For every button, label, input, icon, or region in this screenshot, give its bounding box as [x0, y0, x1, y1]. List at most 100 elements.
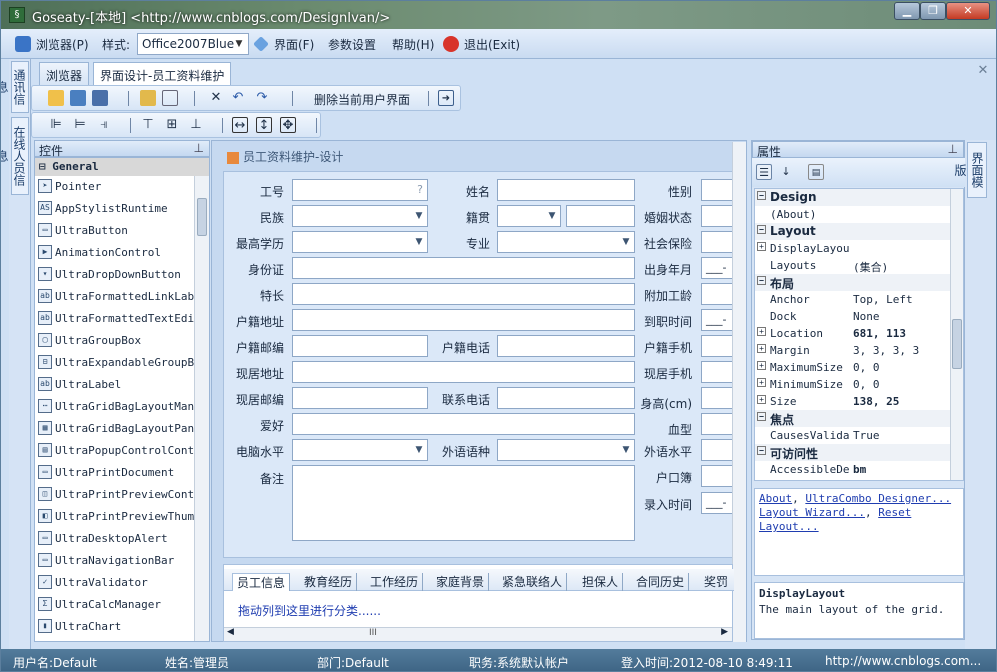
save-all-icon[interactable]	[92, 90, 108, 106]
open-icon[interactable]	[48, 90, 64, 106]
tab-browser[interactable]: 浏览器	[39, 62, 90, 85]
property-category[interactable]: − Layout	[755, 223, 963, 240]
grid-tab-education[interactable]: 教育经历	[300, 573, 358, 591]
toolbox-category[interactable]: ⊟ General	[35, 158, 209, 176]
input-birth[interactable]: ___-	[701, 257, 732, 279]
align-top-icon[interactable]: ⊤	[140, 117, 156, 133]
sort-az-icon[interactable]: ↓	[778, 164, 794, 180]
property-value[interactable]: 0, 0	[853, 378, 880, 391]
tab-ui-templates[interactable]: 界面模版	[953, 142, 987, 198]
property-row[interactable]: (About)	[755, 206, 963, 223]
input-live-zip[interactable]	[292, 387, 428, 409]
input-height[interactable]	[701, 387, 732, 409]
collapse-icon[interactable]: −	[757, 191, 766, 200]
pin-icon[interactable]: ⊥	[948, 142, 958, 156]
input-lang-level[interactable]	[701, 439, 732, 461]
close-doc-icon[interactable]: ✕	[975, 63, 991, 78]
save-icon[interactable]	[70, 90, 86, 106]
align-middle-icon[interactable]: ⊞	[164, 117, 180, 133]
redo-icon[interactable]: ↷	[254, 90, 270, 106]
close-button[interactable]: ✕	[946, 2, 990, 20]
grid-tab-guarantor[interactable]: 担保人	[578, 573, 624, 591]
toolbox-item[interactable]: ab UltraLabel	[35, 374, 209, 396]
property-scrollbar[interactable]	[950, 189, 963, 480]
scroll-right-icon[interactable]: ▶	[721, 627, 728, 637]
menu-params[interactable]: 参数设置	[328, 36, 376, 53]
input-native-detail[interactable]	[566, 205, 635, 227]
toolbox-item[interactable]: Σ UltraCalcManager	[35, 594, 209, 616]
align-bottom-icon[interactable]: ⊥	[188, 117, 204, 133]
scroll-thumb[interactable]	[952, 319, 962, 369]
select-pc-level[interactable]: ▼	[292, 439, 428, 461]
toolbox-item[interactable]: ▤UltraPopupControlContainer	[35, 440, 209, 462]
paste-icon[interactable]	[140, 90, 156, 106]
property-row[interactable]: + MaximumSize 0, 0	[755, 359, 963, 376]
expand-icon[interactable]: +	[757, 327, 766, 336]
toolbox-item[interactable]: ➤ Pointer	[35, 176, 209, 198]
property-value[interactable]: (集合)	[853, 259, 888, 275]
input-hukou-book[interactable]	[701, 465, 732, 487]
combo-designer-link[interactable]: UltraCombo Designer...	[805, 492, 951, 505]
align-left-icon[interactable]: ⊫	[48, 117, 64, 133]
toolbox-item[interactable]: ▭ UltraDesktopAlert	[35, 528, 209, 550]
menu-browser[interactable]: 浏览器(P)	[36, 36, 89, 53]
property-category[interactable]: − 布局	[755, 274, 963, 291]
status-url[interactable]: http://www.cnblogs.com...	[825, 654, 981, 668]
property-value[interactable]: bm	[853, 463, 866, 476]
minimize-button[interactable]: ▁	[894, 2, 920, 20]
toolbox-item[interactable]: ab UltraFormattedLinkLabel	[35, 286, 209, 308]
expand-icon[interactable]: +	[757, 344, 766, 353]
toolbox-item[interactable]: AS AppStylistRuntime	[35, 198, 209, 220]
select-ethnic[interactable]: ▼	[292, 205, 428, 227]
scroll-thumb[interactable]: III	[369, 628, 377, 638]
toolbox-item[interactable]: ▦ UltraGridBagLayoutPanel	[35, 418, 209, 440]
grid-tab-work[interactable]: 工作经历	[366, 573, 424, 591]
property-value[interactable]: Top, Left	[853, 293, 913, 306]
input-gender[interactable]	[701, 179, 732, 201]
delete-ui-button[interactable]: 删除当前用户界面	[314, 91, 410, 108]
same-width-icon[interactable]: ↔	[232, 117, 248, 133]
grid-tab-contract[interactable]: 合同历史	[632, 573, 690, 591]
expand-icon[interactable]: +	[757, 361, 766, 370]
expand-icon[interactable]: +	[757, 378, 766, 387]
menu-help[interactable]: 帮助(H)	[392, 36, 434, 53]
input-live-mobile[interactable]	[701, 361, 732, 383]
property-pages-icon[interactable]: ▤	[808, 164, 824, 180]
toolbox-item[interactable]: ▶ AnimationControl	[35, 242, 209, 264]
property-value[interactable]: None	[853, 310, 880, 323]
toolbox-item[interactable]: ⋯ UltraGridBagLayoutManager	[35, 396, 209, 418]
toolbox-item[interactable]: ▮ UltraChart	[35, 616, 209, 638]
select-native[interactable]: ▼	[497, 205, 561, 227]
select-major[interactable]: ▼	[497, 231, 635, 253]
collapse-icon[interactable]: −	[757, 225, 766, 234]
tab-ui-design[interactable]: 界面设计-员工资料维护	[93, 62, 232, 85]
input-hukou-addr[interactable]	[292, 309, 635, 331]
property-row[interactable]: AccessibleDes bm	[755, 461, 963, 478]
export-icon[interactable]: ➜	[438, 90, 454, 106]
property-category[interactable]: − Design	[755, 189, 963, 206]
tab-contact-info[interactable]: 通讯信息	[1, 61, 29, 113]
about-link[interactable]: About	[759, 492, 792, 505]
property-row[interactable]: Layouts (集合)	[755, 257, 963, 274]
toolbox-scrollbar[interactable]	[194, 176, 209, 641]
tab-online-users[interactable]: 在线人员信息	[1, 117, 29, 195]
grid-tab-emergency[interactable]: 紧急联络人	[498, 573, 568, 591]
maximize-button[interactable]: ❐	[920, 2, 946, 20]
collapse-icon[interactable]: −	[757, 276, 766, 285]
input-name[interactable]	[497, 179, 635, 201]
property-row[interactable]: + Size 138, 25	[755, 393, 963, 410]
toolbox-item[interactable]: ▢ UltraGroupBox	[35, 330, 209, 352]
toolbox-item[interactable]: ab UltraFormattedTextEditor	[35, 308, 209, 330]
align-right-icon[interactable]: ⫣	[96, 117, 112, 133]
copy-icon[interactable]	[162, 90, 178, 106]
toolbox-item[interactable]: ▭ UltraNavigationBar	[35, 550, 209, 572]
property-row[interactable]: + DisplayLayout	[755, 240, 963, 257]
property-row[interactable]: + Location 681, 113	[755, 325, 963, 342]
collapse-icon[interactable]: −	[757, 412, 766, 421]
menu-exit[interactable]: 退出(Exit)	[464, 36, 520, 53]
input-contact-tel[interactable]	[497, 387, 635, 409]
input-blood[interactable]	[701, 413, 732, 435]
align-center-icon[interactable]: ⊨	[72, 117, 88, 133]
grid-tab-reward[interactable]: 奖罚	[700, 573, 732, 591]
property-row[interactable]: Anchor Top, Left	[755, 291, 963, 308]
